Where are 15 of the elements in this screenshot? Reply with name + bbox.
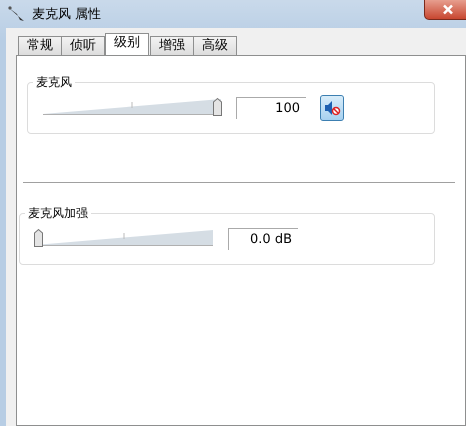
level-field[interactable]: 100 xyxy=(236,97,306,119)
tab[interactable]: 常规 xyxy=(18,36,62,55)
window-title: 麦克风 属性 xyxy=(32,6,102,23)
speaker-icon xyxy=(323,99,341,117)
tab[interactable]: 高级 xyxy=(193,36,237,55)
level-field[interactable]: 0.0 dB xyxy=(228,228,298,250)
mute-button[interactable] xyxy=(320,95,344,121)
tab[interactable]: 侦听 xyxy=(61,36,105,55)
close-button[interactable] xyxy=(424,0,466,20)
slider-thumb[interactable] xyxy=(34,228,43,247)
tab[interactable]: 增强 xyxy=(150,36,194,55)
slider-thumb[interactable] xyxy=(213,98,222,116)
close-icon xyxy=(442,4,454,14)
tab[interactable]: 级别 xyxy=(105,33,149,55)
microphone-icon xyxy=(8,6,26,22)
